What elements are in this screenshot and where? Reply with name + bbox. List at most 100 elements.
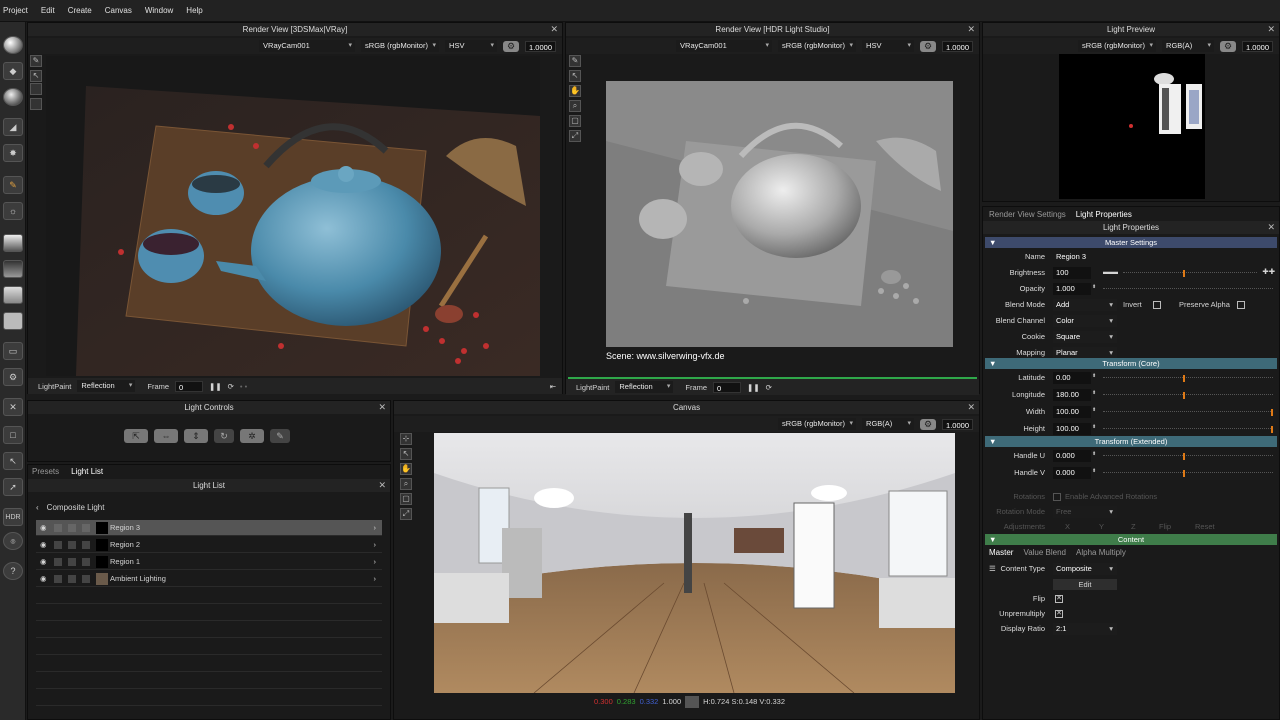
light-icon[interactable]: ☼ xyxy=(3,202,23,220)
spin-icon[interactable]: ⬍ xyxy=(1092,284,1096,290)
close-icon[interactable]: ✕ xyxy=(1267,221,1275,234)
handle-v-field[interactable]: 0.000 xyxy=(1053,467,1091,479)
move-icon[interactable]: ⇱ xyxy=(124,429,148,443)
handle-u-slider[interactable] xyxy=(1103,453,1273,460)
lock-icon[interactable] xyxy=(54,575,62,583)
increment-icon[interactable]: ✚✚ xyxy=(1262,267,1275,276)
solo-icon[interactable] xyxy=(68,541,76,549)
close-icon[interactable]: ✕ xyxy=(1267,23,1275,36)
pause-icon[interactable]: ❚❚ xyxy=(209,382,222,391)
content-header[interactable]: ▼ Content xyxy=(985,534,1277,545)
spin-icon[interactable]: ⬍ xyxy=(1092,468,1096,474)
collapse-icon[interactable]: ▼ xyxy=(989,436,996,447)
name-field[interactable]: Region 3 xyxy=(1053,251,1143,263)
collapse-icon[interactable]: ▼ xyxy=(989,237,996,248)
fit-icon[interactable]: ⤢ xyxy=(400,508,412,520)
exposure-value[interactable]: 1.0000 xyxy=(525,40,556,52)
cursor-icon[interactable]: ↖ xyxy=(569,70,581,82)
edit-button[interactable]: Edit xyxy=(1053,579,1117,590)
tab-alpha-multiply[interactable]: Alpha Multiply xyxy=(1076,547,1126,559)
camera-select[interactable]: VRayCam001 xyxy=(676,40,773,52)
tab-master[interactable]: Master xyxy=(989,547,1013,559)
zoom-icon[interactable]: ⌕ xyxy=(569,100,581,112)
spin-icon[interactable]: ⬍ xyxy=(1092,373,1096,379)
channel-select[interactable]: HSV xyxy=(862,40,915,52)
eye-icon[interactable]: ◉ xyxy=(40,554,47,570)
channel-select[interactable]: RGB(A) xyxy=(1162,40,1215,52)
sphere-soft-icon[interactable] xyxy=(3,88,23,106)
menu-edit[interactable]: Edit xyxy=(41,6,55,15)
refresh-icon[interactable]: ⟳ xyxy=(228,382,234,391)
slider-knob[interactable] xyxy=(1182,392,1185,399)
adj-z[interactable]: Z xyxy=(1131,519,1136,535)
strip-icon[interactable] xyxy=(3,234,23,252)
list-item[interactable]: ◉ Region 1 › xyxy=(36,554,382,570)
hdr-icon[interactable]: HDR xyxy=(3,508,23,526)
exposure-gear-icon[interactable]: ⚙ xyxy=(1220,40,1237,52)
edit-icon[interactable]: ✎ xyxy=(270,429,290,443)
master-settings-header[interactable]: ▼ Master Settings xyxy=(985,237,1277,248)
unpremultiply-checkbox[interactable]: ✕ xyxy=(1055,610,1063,618)
exposure-value[interactable]: 1.0000 xyxy=(1242,40,1273,52)
light-preview-image[interactable] xyxy=(1059,54,1205,199)
chevron-right-icon[interactable]: › xyxy=(374,571,377,587)
latitude-slider[interactable] xyxy=(1103,375,1273,382)
exposure-gear-icon[interactable]: ⚙ xyxy=(920,40,937,52)
decrement-icon[interactable]: ▬▬ xyxy=(1103,267,1118,276)
brush-icon[interactable]: ✎ xyxy=(569,55,581,67)
eye-icon[interactable]: ◉ xyxy=(40,537,47,553)
rect-icon[interactable] xyxy=(3,312,23,330)
longitude-field[interactable]: 180.00 xyxy=(1053,389,1091,401)
slider-knob[interactable] xyxy=(1182,453,1185,460)
scale-vertical-icon[interactable]: ⇕ xyxy=(184,429,208,443)
frame-input[interactable]: 0 xyxy=(175,380,204,392)
menu-project[interactable]: Project xyxy=(3,6,28,15)
select-icon[interactable]: ⊹ xyxy=(400,433,412,445)
flip-checkbox[interactable]: ✕ xyxy=(1055,595,1063,603)
close-icon[interactable]: ✕ xyxy=(378,401,386,414)
lock-icon[interactable] xyxy=(54,524,62,532)
help-icon[interactable]: ? xyxy=(3,562,23,580)
transform-core-header[interactable]: ▼ Transform (Core) xyxy=(985,358,1277,369)
solo-icon[interactable] xyxy=(68,558,76,566)
latitude-field[interactable]: 0.00 xyxy=(1053,372,1091,384)
pause-icon[interactable]: ❚❚ xyxy=(747,383,760,392)
reset-button[interactable]: Reset xyxy=(1195,519,1215,535)
hand-icon[interactable]: ✋ xyxy=(400,463,412,475)
vray-render-image[interactable] xyxy=(46,56,540,376)
solo-icon[interactable] xyxy=(68,575,76,583)
strip-white-icon[interactable] xyxy=(3,286,23,304)
spin-icon[interactable]: ⬍ xyxy=(1092,390,1096,396)
exposure-gear-icon[interactable]: ⚙ xyxy=(503,40,520,52)
rotate-icon[interactable]: ↻ xyxy=(214,429,234,443)
tab-value-blend[interactable]: Value Blend xyxy=(1023,547,1066,559)
solo-icon[interactable] xyxy=(68,524,76,532)
list-item[interactable]: ◉ Region 2 › xyxy=(36,537,382,553)
sphere-diffuse-icon[interactable] xyxy=(3,36,23,54)
hdr-globe-icon[interactable]: ◎ xyxy=(3,532,23,550)
lock-icon[interactable] xyxy=(54,558,62,566)
menu-window[interactable]: Window xyxy=(145,6,173,15)
lightpaint-mode-select[interactable]: Reflection xyxy=(615,381,674,393)
rotation-mode-select[interactable]: Free xyxy=(1053,506,1117,518)
menu-create[interactable]: Create xyxy=(68,6,92,15)
spin-icon[interactable]: ⬍ xyxy=(1092,451,1096,457)
chevron-right-icon[interactable]: › xyxy=(374,520,377,536)
hdr-render-image[interactable] xyxy=(606,81,953,347)
color-space-select[interactable]: sRGB (rgbMonitor) xyxy=(1078,40,1157,52)
eraser-icon[interactable]: ◆ xyxy=(3,62,23,80)
slider-knob[interactable] xyxy=(1182,375,1185,382)
color-space-select[interactable]: sRGB (rgbMonitor) xyxy=(778,418,857,430)
handle-v-slider[interactable] xyxy=(1103,470,1273,477)
close-icon[interactable]: ✕ xyxy=(3,398,23,416)
exposure-value[interactable]: 1.0000 xyxy=(942,418,973,430)
handle-u-field[interactable]: 0.000 xyxy=(1053,450,1091,462)
hdr-canvas-image[interactable] xyxy=(434,433,955,693)
fit-icon[interactable]: ⤢ xyxy=(569,130,581,142)
type-icon[interactable] xyxy=(82,524,90,532)
lightpaint-mode-select[interactable]: Reflection xyxy=(77,380,136,392)
scale-horizontal-icon[interactable]: ⇔ xyxy=(154,429,178,443)
hand-icon[interactable]: ✋ xyxy=(569,85,581,97)
swatch-icon[interactable] xyxy=(30,83,42,95)
display-ratio-select[interactable]: 2:1 xyxy=(1053,623,1117,635)
